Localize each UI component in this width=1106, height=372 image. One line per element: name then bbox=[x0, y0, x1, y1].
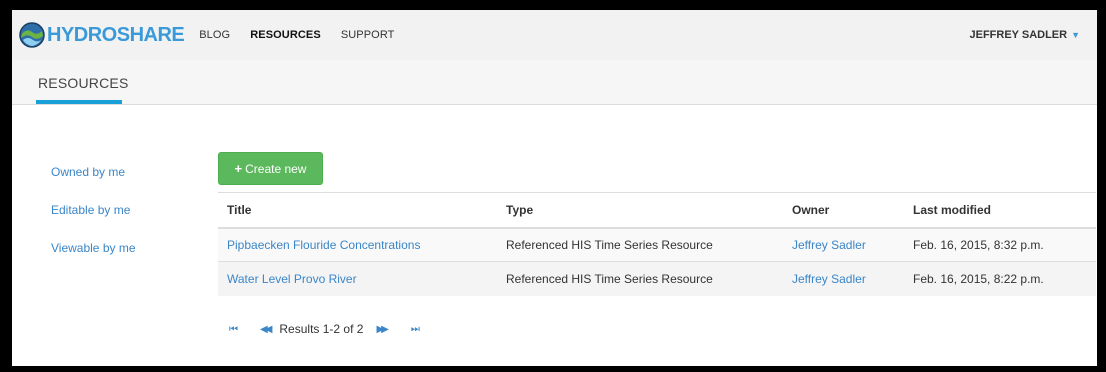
previous-page-icon[interactable]: ◀◀ bbox=[260, 324, 273, 335]
table-row: Pipbaecken Flouride Concentrations Refer… bbox=[218, 227, 1096, 262]
results-count: Results 1-2 of 2 bbox=[279, 322, 364, 336]
resource-title-link[interactable]: Water Level Provo River bbox=[227, 272, 357, 286]
caret-down-icon: ▼ bbox=[1071, 30, 1080, 40]
user-menu[interactable]: JEFFREY SADLER ▼ bbox=[969, 10, 1080, 60]
browser-page: HYDROSHARE BLOG RESOURCES SUPPORT JEFFRE… bbox=[12, 10, 1097, 366]
create-new-button[interactable]: + Create new bbox=[218, 152, 323, 185]
resource-owner-cell: Jeffrey Sadler bbox=[783, 227, 904, 262]
sidebar-item-editable[interactable]: Editable by me bbox=[51, 203, 136, 219]
sidebar-item-viewable[interactable]: Viewable by me bbox=[51, 241, 136, 257]
nav-blog[interactable]: BLOG bbox=[199, 29, 230, 41]
globe-logo-icon bbox=[19, 22, 45, 48]
last-page-icon[interactable]: ⏭ bbox=[411, 324, 420, 335]
resource-owner-link[interactable]: Jeffrey Sadler bbox=[792, 272, 866, 286]
nav-support[interactable]: SUPPORT bbox=[341, 29, 395, 41]
resource-title-cell: Pipbaecken Flouride Concentrations bbox=[218, 227, 497, 262]
brand-part1: HYDRO bbox=[47, 24, 117, 46]
brand-part2: SHARE bbox=[116, 24, 185, 46]
nav-resources[interactable]: RESOURCES bbox=[250, 29, 321, 41]
resource-type-cell: Referenced HIS Time Series Resource bbox=[497, 227, 783, 262]
resource-type-cell: Referenced HIS Time Series Resource bbox=[497, 261, 783, 296]
first-page-icon[interactable]: ⏮ bbox=[229, 324, 238, 335]
table-header-row: Title Type Owner Last modified bbox=[218, 192, 1096, 229]
plus-icon: + bbox=[234, 161, 243, 176]
resource-title-link[interactable]: Pipbaecken Flouride Concentrations bbox=[227, 238, 420, 252]
sidebar-item-owned[interactable]: Owned by me bbox=[51, 165, 136, 181]
resource-owner-link[interactable]: Jeffrey Sadler bbox=[792, 238, 866, 252]
column-header-title[interactable]: Title bbox=[218, 192, 497, 229]
pagination: ⏮ ◀◀ Results 1-2 of 2 ▶▶ ⏭ bbox=[229, 322, 420, 336]
column-header-last-modified[interactable]: Last modified bbox=[904, 192, 1096, 229]
next-page-icon[interactable]: ▶▶ bbox=[376, 324, 389, 335]
resource-modified-cell: Feb. 16, 2015, 8:22 p.m. bbox=[904, 261, 1096, 296]
brand-wordmark: HYDROSHARE bbox=[47, 24, 185, 46]
column-header-type[interactable]: Type bbox=[497, 192, 783, 229]
page-title: RESOURCES bbox=[38, 75, 129, 91]
sidebar-filter: Owned by me Editable by me Viewable by m… bbox=[51, 165, 136, 279]
resource-modified-cell: Feb. 16, 2015, 8:32 p.m. bbox=[904, 227, 1096, 262]
brand-logo[interactable]: HYDROSHARE bbox=[19, 10, 185, 60]
resource-owner-cell: Jeffrey Sadler bbox=[783, 261, 904, 296]
top-navbar: HYDROSHARE BLOG RESOURCES SUPPORT JEFFRE… bbox=[12, 10, 1097, 60]
page-header: RESOURCES bbox=[12, 60, 1097, 105]
active-tab-underline bbox=[36, 100, 122, 104]
user-name: JEFFREY SADLER bbox=[969, 29, 1068, 41]
create-new-label: Create new bbox=[245, 161, 307, 176]
resource-title-cell: Water Level Provo River bbox=[218, 261, 497, 296]
table-row: Water Level Provo River Referenced HIS T… bbox=[218, 261, 1096, 296]
column-header-owner[interactable]: Owner bbox=[783, 192, 904, 229]
resources-table: Title Type Owner Last modified Pipbaecke… bbox=[218, 192, 1096, 296]
